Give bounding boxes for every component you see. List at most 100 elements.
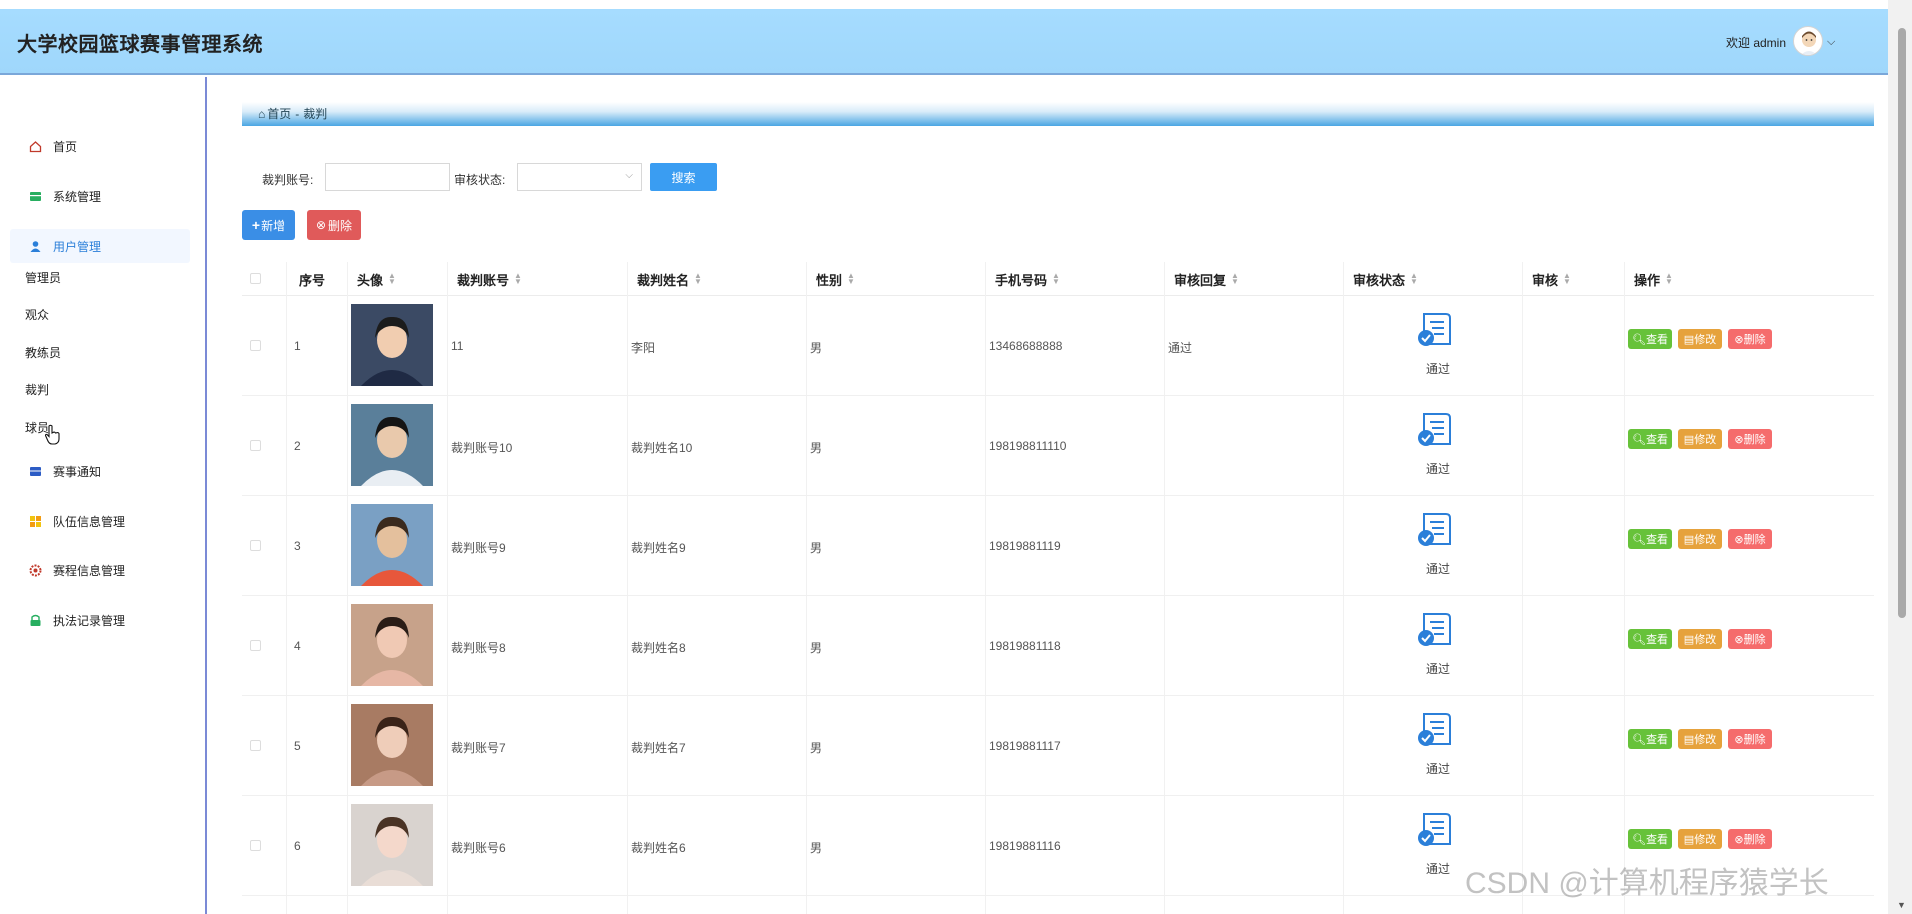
- avatar: [351, 504, 433, 586]
- sort-icon: ▲ ▼: [1410, 271, 1418, 286]
- close-circle-icon: ⊗: [1734, 733, 1744, 746]
- col-gender[interactable]: 性别 ▲ ▼: [816, 262, 855, 296]
- avatar: [351, 604, 433, 686]
- row-gender: 男: [810, 641, 823, 655]
- delete-button[interactable]: ⊗ 删除: [1728, 329, 1772, 349]
- scroll-down-icon[interactable]: ▼: [1897, 900, 1906, 910]
- sidebar-subitem-coach[interactable]: 教练员: [25, 344, 61, 361]
- sidebar-subitem-audience[interactable]: 观众: [25, 306, 49, 323]
- approved-document-icon: [1418, 413, 1451, 446]
- sidebar-item-record[interactable]: 执法记录管理: [10, 603, 190, 637]
- row-checkbox[interactable]: [250, 640, 261, 651]
- delete-button[interactable]: ⊗ 删除: [1728, 529, 1772, 549]
- view-button[interactable]: 🔍︎ 查看: [1628, 729, 1672, 749]
- sidebar-item-label: 队伍信息管理: [53, 514, 126, 529]
- chevron-down-icon[interactable]: ⌵: [1827, 36, 1835, 49]
- delete-button[interactable]: ⊗ 删除: [1728, 629, 1772, 649]
- edit-button[interactable]: ▤ 修改: [1678, 629, 1722, 649]
- close-circle-icon: ⊗: [1734, 833, 1744, 846]
- col-audit[interactable]: 审核 ▲ ▼: [1532, 262, 1571, 296]
- scrollbar-thumb[interactable]: [1898, 28, 1906, 618]
- schedule-icon: [28, 563, 42, 577]
- avatar: [351, 704, 433, 786]
- row-account: 裁判账号9: [451, 541, 506, 555]
- row-name: 裁判姓名6: [631, 841, 686, 855]
- sidebar-subitem-admin[interactable]: 管理员: [25, 269, 61, 286]
- row-account: 裁判账号8: [451, 641, 506, 655]
- welcome-text: 欢迎 admin: [1726, 36, 1787, 50]
- view-button[interactable]: 🔍︎ 查看: [1628, 829, 1672, 849]
- edit-button[interactable]: ▤ 修改: [1678, 329, 1722, 349]
- delete-button[interactable]: ⊗ 删除: [1728, 829, 1772, 849]
- search-icon: 🔍︎: [1632, 433, 1646, 446]
- row-checkbox[interactable]: [250, 540, 261, 551]
- batch-delete-button[interactable]: ⊗ 删除: [307, 210, 361, 240]
- sort-icon: ▲ ▼: [694, 271, 702, 286]
- sidebar-item-notice[interactable]: 赛事通知: [10, 454, 190, 488]
- breadcrumb: ⌂ 首页 - 裁判: [242, 102, 1874, 126]
- view-button[interactable]: 🔍︎ 查看: [1628, 529, 1672, 549]
- view-button[interactable]: 🔍︎ 查看: [1628, 429, 1672, 449]
- view-button[interactable]: 🔍︎ 查看: [1628, 629, 1672, 649]
- edit-icon: ▤: [1683, 533, 1695, 546]
- row-name: 李阳: [631, 341, 656, 355]
- row-checkbox[interactable]: [250, 840, 261, 851]
- sort-icon: ▲ ▼: [1052, 271, 1060, 286]
- close-circle-icon: ⊗: [1734, 433, 1744, 446]
- row-account: 裁判账号7: [451, 741, 506, 755]
- col-reply[interactable]: 审核回复 ▲ ▼: [1174, 262, 1239, 296]
- row-checkbox[interactable]: [250, 440, 261, 451]
- col-actions[interactable]: 操作 ▲ ▼: [1634, 262, 1673, 296]
- row-checkbox[interactable]: [250, 340, 261, 351]
- status-label: 审核状态:: [454, 173, 506, 187]
- breadcrumb-home[interactable]: 首页: [267, 107, 291, 121]
- edit-button[interactable]: ▤ 修改: [1678, 729, 1722, 749]
- sidebar-item-users[interactable]: 用户管理: [10, 229, 190, 263]
- row-phone: 19819881119: [989, 539, 1061, 553]
- row-account: 11: [451, 339, 464, 353]
- row-gender: 男: [810, 541, 823, 555]
- search-button[interactable]: 搜索: [650, 163, 717, 191]
- notice-icon: [28, 464, 42, 478]
- home-icon: [28, 139, 42, 153]
- col-index: 序号: [299, 272, 326, 288]
- sidebar-item-team[interactable]: 队伍信息管理: [10, 504, 190, 538]
- watermark: CSDN @计算机程序猿学长: [1465, 867, 1829, 900]
- sort-icon: ▲ ▼: [388, 271, 396, 286]
- col-avatar[interactable]: 头像 ▲ ▼: [357, 262, 396, 296]
- sidebar-item-system[interactable]: 系统管理: [10, 179, 190, 213]
- approved-document-icon: [1418, 513, 1451, 546]
- edit-button[interactable]: ▤ 修改: [1678, 429, 1722, 449]
- sidebar-item-schedule[interactable]: 赛程信息管理: [10, 553, 190, 587]
- app-title: 大学校园篮球赛事管理系统: [17, 34, 263, 56]
- row-index: 6: [294, 839, 301, 853]
- sidebar-subitem-referee[interactable]: 裁判: [25, 381, 49, 398]
- row-status: 通过: [1425, 662, 1450, 676]
- sidebar-item-label: 系统管理: [53, 189, 102, 204]
- row-checkbox[interactable]: [250, 740, 261, 751]
- col-account[interactable]: 裁判账号 ▲ ▼: [457, 262, 522, 296]
- add-button[interactable]: + 新增: [242, 210, 295, 240]
- approved-document-icon: [1418, 313, 1451, 346]
- col-name[interactable]: 裁判姓名 ▲ ▼: [637, 262, 702, 296]
- row-status: 通过: [1425, 362, 1450, 376]
- delete-button[interactable]: ⊗ 删除: [1728, 429, 1772, 449]
- edit-icon: ▤: [1683, 633, 1695, 646]
- sidebar-item-home[interactable]: 首页: [10, 129, 190, 163]
- status-select[interactable]: ⌵: [517, 163, 642, 191]
- user-avatar[interactable]: [1793, 26, 1823, 56]
- table-row: 3 裁判账号9 裁判姓名9 男 19819881119 通过 🔍︎ 查看 ▤ 修改 ⊗ 删除: [242, 496, 1874, 596]
- avatar-icon: [1800, 31, 1818, 55]
- record-icon: [28, 613, 42, 627]
- col-status[interactable]: 审核状态 ▲ ▼: [1353, 262, 1418, 296]
- row-name: 裁判姓名8: [631, 641, 686, 655]
- row-index: 2: [294, 439, 301, 453]
- view-button[interactable]: 🔍︎ 查看: [1628, 329, 1672, 349]
- account-search-input[interactable]: [325, 163, 450, 191]
- edit-button[interactable]: ▤ 修改: [1678, 529, 1722, 549]
- select-all-checkbox[interactable]: [250, 273, 261, 284]
- col-phone[interactable]: 手机号码 ▲ ▼: [995, 262, 1060, 296]
- delete-button[interactable]: ⊗ 删除: [1728, 729, 1772, 749]
- edit-button[interactable]: ▤ 修改: [1678, 829, 1722, 849]
- sidebar: 首页 系统管理 用户管理 管理员 观众 教练员 裁判 球员 赛事通知 队伍信息管…: [0, 77, 207, 914]
